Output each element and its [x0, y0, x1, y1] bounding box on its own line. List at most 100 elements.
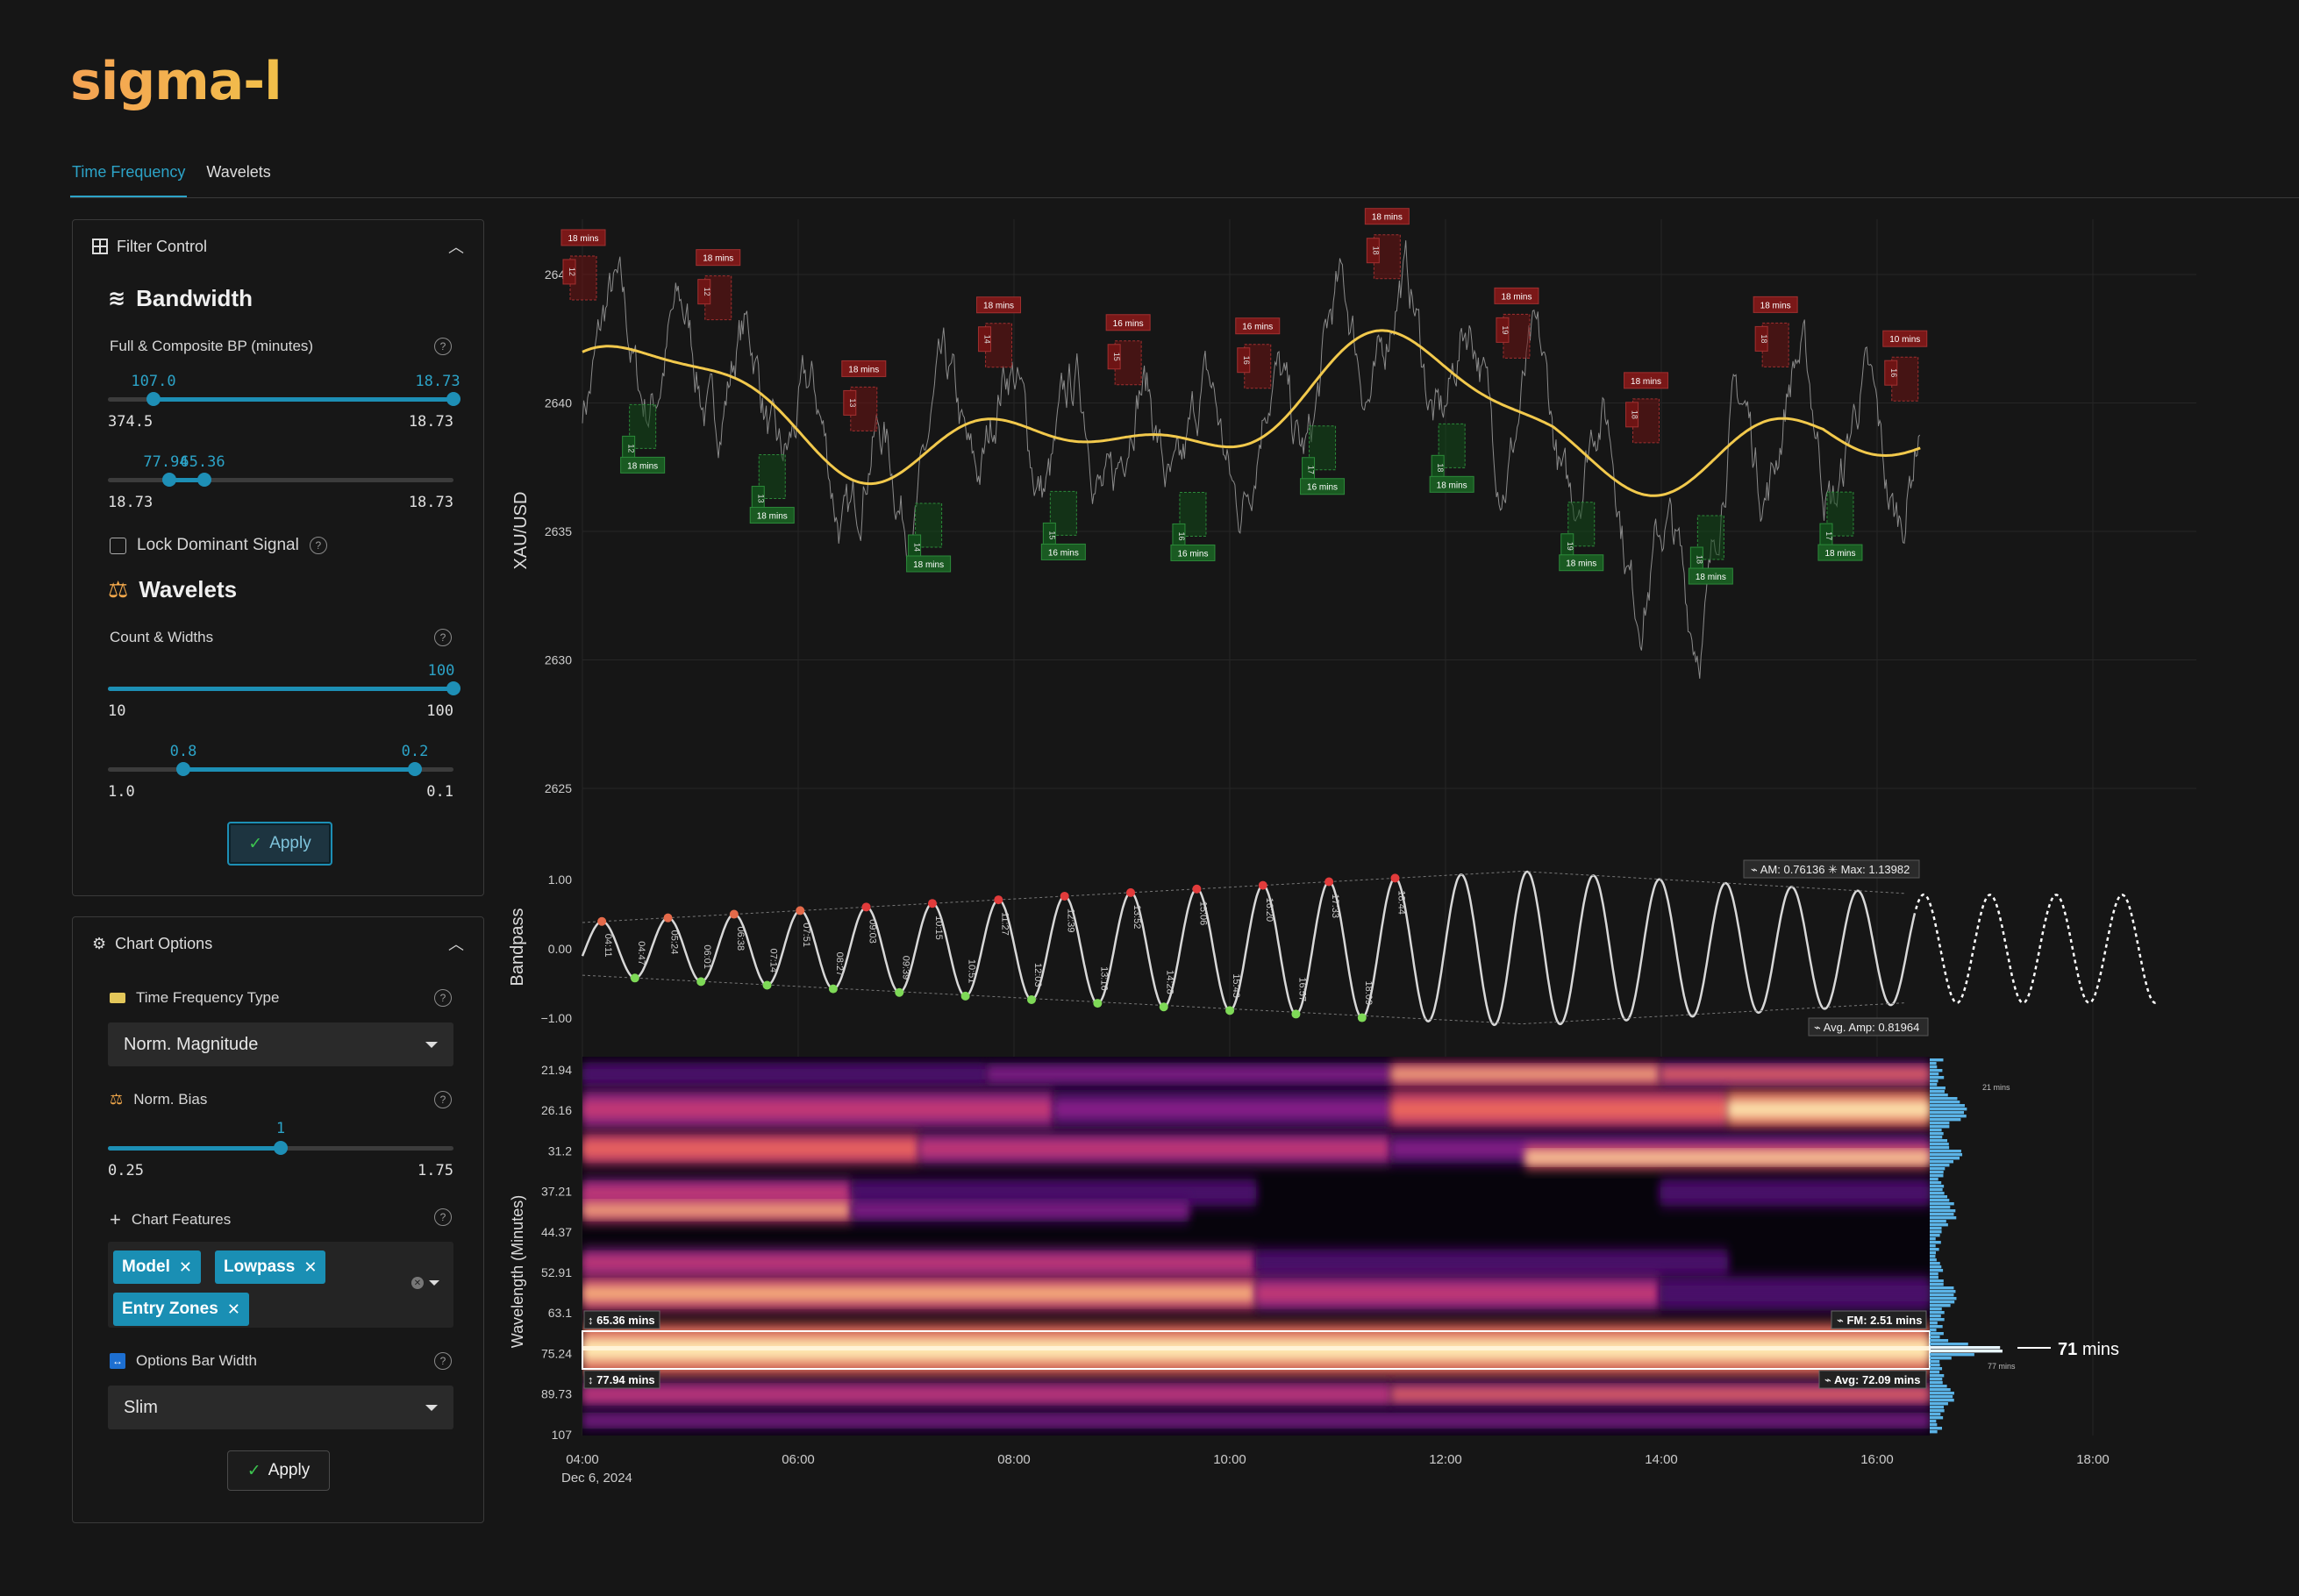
histogram-bar: [1930, 1230, 1942, 1234]
slider-handle-high[interactable]: [408, 762, 422, 776]
heatmap-core: [1660, 1068, 1930, 1080]
filter-apply-button[interactable]: ✓ Apply: [227, 822, 332, 866]
help-icon[interactable]: ?: [434, 1208, 452, 1226]
lock-dominant-checkbox[interactable]: [110, 537, 126, 554]
histogram-bar: [1930, 1409, 1945, 1413]
histogram-bar: [1930, 1118, 1961, 1122]
lock-dominant-row[interactable]: Lock Dominant Signal ?: [110, 536, 327, 555]
turn-time-label: 07:51: [801, 923, 811, 947]
chevron-up-icon[interactable]: ︿: [448, 235, 464, 258]
envelope-lower: [582, 974, 1904, 1025]
entry-zone: 18 18 mins: [1688, 515, 1733, 585]
close-icon[interactable]: ✕: [227, 1300, 240, 1319]
apply-label: Apply: [269, 834, 311, 852]
histogram-bar: [1930, 1223, 1948, 1227]
entry-zone: 17 16 mins: [1300, 425, 1346, 495]
slider-handle-high[interactable]: [446, 392, 461, 406]
zone-number: 12: [627, 444, 636, 452]
histogram-bar: [1930, 1307, 1942, 1311]
trough-marker: [895, 987, 904, 997]
zone-label: 18 mins: [848, 365, 879, 374]
wavelets-label: Count & Widths: [110, 629, 214, 645]
chart-features-multiselect[interactable]: Model ✕ Lowpass ✕ Entry Zones ✕ ✕: [108, 1242, 453, 1328]
slider-handle-low[interactable]: [162, 473, 176, 487]
zone-number: 16: [1177, 531, 1186, 540]
histogram-bar: [1930, 1423, 1938, 1427]
clear-all-icon[interactable]: ✕: [411, 1277, 424, 1289]
norm-bias-slider[interactable]: 1: [108, 1120, 453, 1164]
tab-wavelets[interactable]: Wavelets: [204, 158, 272, 198]
turn-time-label: 18:44: [1396, 890, 1406, 915]
histogram-bar: [1930, 1237, 1936, 1241]
bar-width-select[interactable]: Slim: [108, 1386, 453, 1429]
heatmap-core: [1390, 1388, 1930, 1400]
turn-time-label: 12:03: [1032, 963, 1043, 987]
chart-area[interactable]: XAU/USD 26252630263526402645 1218 mins12…: [491, 206, 2281, 1504]
wavelet-width-slider[interactable]: 0.8 0.2: [108, 743, 453, 785]
help-icon[interactable]: ?: [309, 537, 327, 554]
histogram-bar: [1930, 1290, 1956, 1293]
histogram-bar: [1930, 1360, 1940, 1364]
histogram-bar: [1930, 1258, 1937, 1262]
heatmap-core: [1727, 1101, 1930, 1118]
histogram-bar: [1930, 1146, 1950, 1150]
zone-number: 14: [983, 335, 992, 344]
histogram-bar: [1930, 1367, 1943, 1371]
scale-icon: ⚖: [110, 1091, 124, 1108]
slider-value-high: 65.36: [180, 453, 225, 471]
histogram-bar: [1930, 1181, 1942, 1185]
turn-time-label: 05:24: [669, 930, 680, 955]
filter-control-panel: Filter Control ︿ ≋ Bandwidth Full & Comp…: [72, 219, 484, 896]
dominant-ridge: [582, 1346, 1930, 1350]
help-icon[interactable]: ?: [434, 1352, 452, 1370]
help-icon[interactable]: ?: [434, 629, 452, 646]
entry-zone: 19 18 mins: [1494, 287, 1539, 359]
filter-control-header[interactable]: Filter Control ︿: [73, 220, 483, 273]
tag-entry-zones[interactable]: Entry Zones ✕: [113, 1293, 249, 1326]
slider-max-label: 1.75: [418, 1162, 453, 1179]
slider-handle-high[interactable]: [197, 473, 211, 487]
heatmap-core: [1256, 1286, 1660, 1301]
histogram-bar: [1930, 1332, 1944, 1336]
bandwidth-range-slider[interactable]: 107.0 18.73: [108, 373, 461, 415]
slider-handle-low[interactable]: [146, 392, 161, 406]
tab-time-frequency[interactable]: Time Frequency: [70, 158, 188, 198]
entry-zone: 18 18 mins: [1753, 296, 1798, 367]
slider-max-label: 18.73: [408, 413, 453, 431]
histogram-bar: [1930, 1244, 1936, 1248]
tag-lowpass[interactable]: Lowpass ✕: [215, 1250, 326, 1284]
slider-value-high: 0.2: [401, 743, 429, 760]
chart-options-apply-button[interactable]: ✓ Apply: [227, 1450, 330, 1491]
slider-handle[interactable]: [274, 1141, 288, 1155]
zone-label: 18 mins: [703, 254, 733, 264]
zone-label: 18 mins: [757, 512, 788, 522]
chevron-up-icon[interactable]: ︿: [448, 932, 464, 955]
slider-handle-low[interactable]: [176, 762, 190, 776]
histogram-bar: [1930, 1171, 1944, 1174]
price-axis-label: XAU/USD: [511, 492, 531, 570]
caret-down-icon[interactable]: [429, 1280, 439, 1286]
histogram-bar: [1930, 1322, 1938, 1325]
norm-bias-text: Norm. Bias: [133, 1091, 208, 1108]
time-tick-label: 16:00: [1860, 1452, 1894, 1467]
entry-zone: 16 10 mins: [1882, 330, 1928, 402]
histogram-bar: [1930, 1402, 1948, 1406]
wavelet-count-slider[interactable]: 100: [108, 662, 461, 704]
help-icon[interactable]: ?: [434, 989, 452, 1007]
help-icon[interactable]: ?: [434, 338, 452, 355]
tag-model[interactable]: Model ✕: [113, 1250, 201, 1284]
close-icon[interactable]: ✕: [179, 1258, 192, 1277]
bandpass-axis-label: Bandpass: [508, 908, 527, 987]
close-icon[interactable]: ✕: [303, 1258, 317, 1277]
trough-marker: [1291, 1009, 1301, 1019]
help-icon[interactable]: ?: [434, 1091, 452, 1108]
tf-type-select[interactable]: Norm. Magnitude: [108, 1022, 453, 1066]
bandpass-tick-label: −1.00: [541, 1011, 573, 1025]
slider-handle[interactable]: [446, 681, 461, 695]
chart-options-header[interactable]: ⚙ Chart Options ︿: [73, 917, 483, 970]
trough-marker: [828, 984, 838, 994]
histogram-bar: [1930, 1202, 1954, 1206]
peak-marker: [927, 899, 937, 908]
composite-range-slider[interactable]: 77.94 65.36: [108, 453, 453, 495]
entry-zone: 18 18 mins: [1429, 423, 1474, 493]
